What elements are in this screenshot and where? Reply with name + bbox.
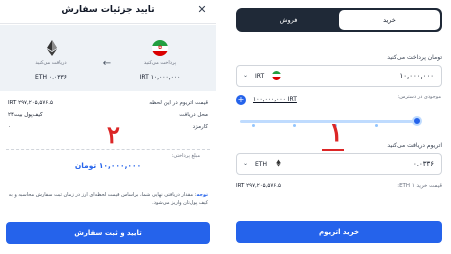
rate-label: قیمت خرید ۱ ETH: xyxy=(397,183,442,189)
row-value-fee: ۰ xyxy=(8,124,11,130)
buy-ethereum-button[interactable]: خرید اتریوم xyxy=(236,221,442,243)
receive-amount-label: اتریوم دریافت می‌کنید xyxy=(387,142,442,149)
pay-amount-value[interactable]: ۱۰,۰۰۰,۰۰۰ xyxy=(372,72,434,80)
tab-sell[interactable]: فروش xyxy=(238,10,339,30)
pay-value: IRT ۱۰,۰۰۰,۰۰۰ xyxy=(139,74,181,81)
sum-label: مبلغ پرداختی: xyxy=(171,153,200,159)
rate-value: ۲۹۷,۲۰۵,۵۷۶.۵ IRT xyxy=(236,183,281,189)
notice-text: توجه: مقدار دریافتی نهایی شما، براساس قی… xyxy=(8,191,208,207)
receive-currency: ETH xyxy=(255,161,267,168)
annotation-underline xyxy=(322,149,344,151)
confirm-order-button[interactable]: تایید و ثبت سفارش xyxy=(6,222,210,244)
slider-step[interactable] xyxy=(252,124,255,127)
receive-value: ETH ۰.۰۳۳۶ xyxy=(35,74,67,81)
dialog-title: تایید جزئیات سفارش xyxy=(61,5,155,15)
annotation-number-2: ۲ xyxy=(107,120,120,149)
tab-buy[interactable]: خرید xyxy=(339,10,440,30)
slider-thumb[interactable] xyxy=(412,116,422,126)
ethereum-icon xyxy=(276,159,281,167)
arrow-left-icon: ← xyxy=(102,58,112,69)
ethereum-icon xyxy=(47,40,57,56)
row-value-price: IRT ۲۹۷,۲۰۵,۵۷۶.۵ xyxy=(8,100,53,106)
chevron-down-icon[interactable]: ⌄ xyxy=(243,72,248,79)
iran-flag-icon xyxy=(272,71,281,80)
available-balance-value[interactable]: ۱۰۰,۰۰۰,۰۰۰ IRT xyxy=(253,96,297,103)
amount-slider[interactable] xyxy=(240,120,416,123)
deposit-plus-icon[interactable]: + xyxy=(236,95,246,105)
summary-divider xyxy=(6,149,210,150)
sum-value: ۱۰,۰۰۰,۰۰۰ تومان xyxy=(74,161,142,170)
header-divider xyxy=(0,23,216,24)
available-balance-label: موجودی در دسترس: xyxy=(397,94,441,100)
row-label-fee: کارمزد xyxy=(192,124,208,130)
receive-label: دریافت می‌کنید xyxy=(35,60,67,66)
chevron-down-icon[interactable]: ⌄ xyxy=(243,160,248,167)
receive-amount-value[interactable]: ۰.۰۳۳۶ xyxy=(372,160,434,168)
close-icon[interactable]: ✕ xyxy=(196,4,208,16)
iran-flag-icon: ✿ xyxy=(152,40,168,56)
row-value-destination: کیف‌پول بیت۲۴ xyxy=(8,112,43,118)
row-label-price: قیمت اتریوم در این لحظه xyxy=(149,100,208,106)
pay-currency: IRT xyxy=(255,73,265,80)
slider-step[interactable] xyxy=(293,124,296,127)
notice-bold: توجه xyxy=(196,192,208,198)
pay-amount-label: تومان پرداخت می‌کنید xyxy=(387,54,442,61)
notice-body: : مقدار دریافتی نهایی شما، براساس قیمت ل… xyxy=(8,192,208,206)
slider-step[interactable] xyxy=(375,124,378,127)
pay-label: پرداخت می‌کنید xyxy=(143,60,177,66)
row-label-destination: محل دریافت xyxy=(179,112,208,118)
